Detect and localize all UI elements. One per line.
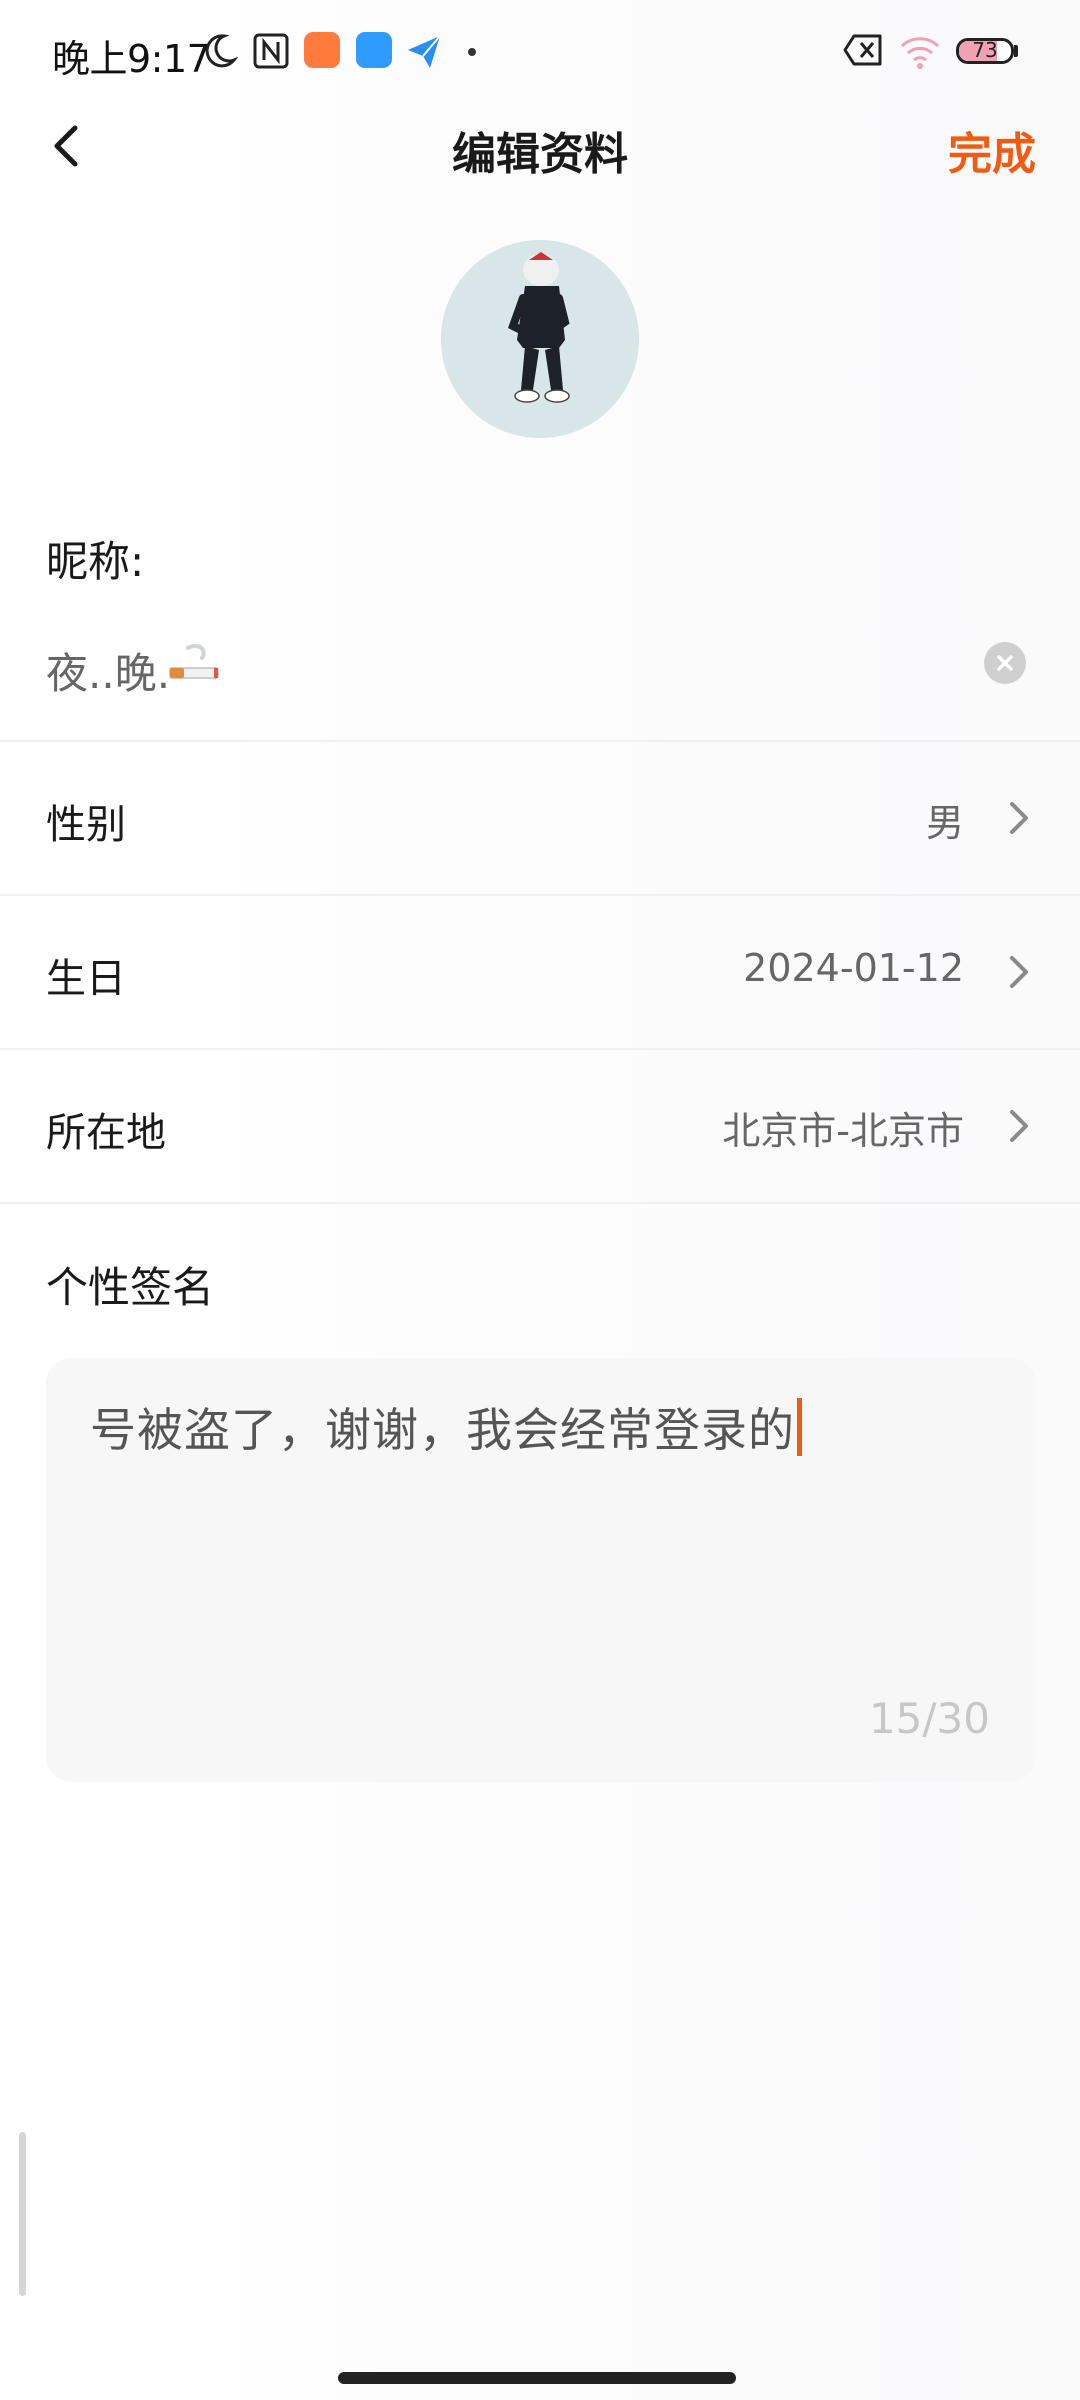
gender-label: 性别 <box>46 802 126 848</box>
gender-row[interactable]: 性别 男 <box>0 742 1080 894</box>
top-nav: 编辑资料 完成 <box>0 100 1080 192</box>
home-indicator[interactable] <box>338 2372 736 2384</box>
nfc-icon <box>253 33 289 69</box>
signature-text-content: 号被盗了，谢谢，我会经常登录的 <box>90 1403 795 1457</box>
signature-textarea[interactable]: 号被盗了，谢谢，我会经常登录的 15/30 <box>46 1358 1036 1782</box>
birthday-value: 2024-01-12 <box>743 946 964 990</box>
birthday-label: 生日 <box>46 956 126 1002</box>
no-sim-icon <box>843 34 882 66</box>
chevron-right-icon <box>1010 1110 1028 1142</box>
wifi-icon <box>900 37 940 69</box>
location-row[interactable]: 所在地 北京市-北京市 <box>0 1050 1080 1202</box>
status-bar: 晚上9:17 73 <box>0 0 1080 100</box>
status-time: 晚上9:17 <box>52 37 211 81</box>
shop-app-icon <box>304 32 340 68</box>
page-title: 编辑资料 <box>452 129 628 180</box>
avatar-figure <box>441 240 639 438</box>
nickname-label: 昵称: <box>46 537 145 586</box>
chevron-right-icon <box>1010 802 1028 834</box>
send-app-icon <box>408 35 441 68</box>
signature-label: 个性签名 <box>46 1263 215 1312</box>
clear-icon <box>997 655 1013 671</box>
chevron-right-icon <box>1010 956 1028 988</box>
battery-tip <box>1014 45 1018 57</box>
browser-app-icon <box>356 32 392 68</box>
location-value: 北京市-北京市 <box>722 1109 964 1153</box>
scrollbar[interactable] <box>19 2132 26 2296</box>
battery-icon: 73 <box>956 38 1014 64</box>
done-button[interactable]: 完成 <box>948 118 1036 182</box>
text-cursor <box>797 1398 802 1456</box>
divider <box>0 1202 1080 1204</box>
dot-icon <box>468 48 476 56</box>
signature-char-count: 15/30 <box>868 1694 990 1743</box>
avatar[interactable] <box>441 240 639 438</box>
signature-text: 号被盗了，谢谢，我会经常登录的 <box>90 1394 802 1460</box>
cigarette-icon <box>169 643 219 679</box>
location-label: 所在地 <box>46 1110 166 1156</box>
clear-nickname-button[interactable] <box>984 642 1026 684</box>
nickname-input[interactable]: 夜..晚. <box>46 640 170 701</box>
moon-icon <box>205 34 238 68</box>
birthday-row[interactable]: 生日 2024-01-12 <box>0 896 1080 1048</box>
battery-percent: 73 <box>972 38 998 62</box>
gender-value: 男 <box>925 801 964 845</box>
